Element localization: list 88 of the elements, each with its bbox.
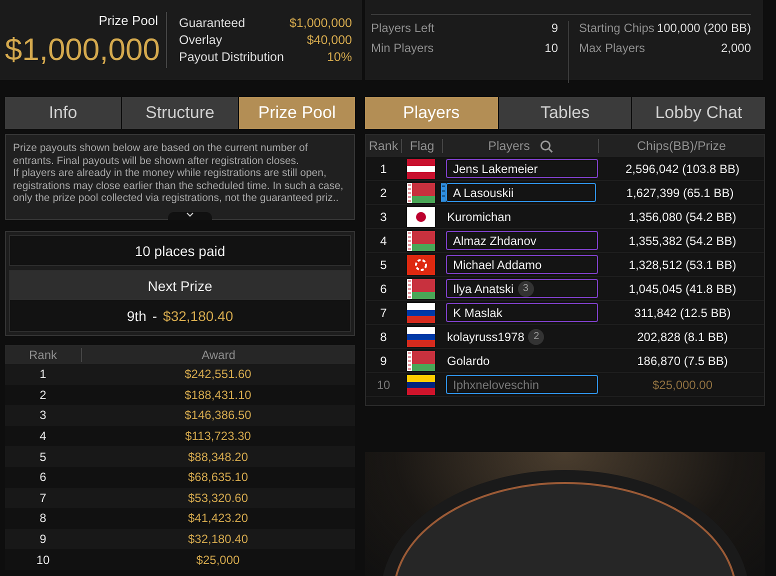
rank-cell-text: 10 [376,378,392,392]
rank-cell-text: 7 [38,490,48,505]
player-name-text: Golardo [447,354,490,368]
detail-value: $1,000,000 [289,16,352,30]
award-cell-text: $188,431.10 [184,388,252,402]
stat-label: Min Players [371,41,434,55]
prize-pool-label: Prize Pool [98,12,158,28]
column-header: Rank [366,139,402,153]
award-cell-text: $113,723.30 [184,429,252,444]
rank-cell-text: 8 [38,511,48,526]
detail-label: Payout Distribution [179,50,284,64]
detail-label: Overlay [179,33,222,47]
tab[interactable]: Tables [498,97,632,129]
stat-value: 2,000 [720,41,751,55]
column-header: Chips(BB)/Prize [636,139,727,153]
rank-cell-text: 9 [38,532,48,546]
column-header: Flag [402,139,443,153]
rank-cell-text: 5 [379,258,388,272]
award-cell-text: $242,551.60 [184,367,252,382]
rank-cell-text: 7 [379,306,388,320]
next-prize-amount: $32,180.40 [163,308,234,324]
detail-label: Guaranteed [179,16,246,30]
award-cell-text: $25,000 [195,552,241,567]
count-badge: 2 [528,328,544,344]
expand-button[interactable] [168,212,212,220]
count-badge: 3 [518,280,534,296]
column-header: Rank [5,348,82,362]
player-name[interactable]: Michael Addamo [446,255,598,274]
rank-cell-text: 4 [38,429,48,444]
player-name[interactable]: Ilya Anatski 3 [446,279,598,298]
award-cell-text: $146,386.50 [184,408,252,422]
rank-cell-text: 2 [38,388,48,402]
chips-cell-text: 186,870 (7.5 BB) [636,354,729,368]
rank-cell-text: 1 [379,162,388,176]
column-header: Players [488,139,530,153]
rank-cell-text: 6 [379,282,388,296]
player-name[interactable]: Iphxneloveschin [446,375,598,394]
chips-cell-text: 1,045,045 (41.8 BB) [628,282,738,296]
prize-cell-text: $25,000.00 [651,378,714,392]
stat-value: 9 [551,21,558,35]
rank-cell-text: 5 [38,450,48,464]
player-name[interactable]: K Maslak [446,303,598,322]
rank-cell-text: 3 [38,408,48,422]
award-cell-text: $41,423.20 [186,511,250,526]
column-header: Award [200,348,236,362]
rank-cell-text: 8 [379,330,388,344]
chips-cell-text: 1,328,512 (53.1 BB) [628,258,738,272]
stat-label: Starting Chips [579,21,654,35]
player-name[interactable]: Jens Lakemeier [446,159,598,178]
places-paid-text: 10 places paid [9,235,351,266]
prize-pool-amount: $1,000,000 [4,32,160,68]
award-cell-text: $53,320.60 [186,490,250,505]
tab[interactable]: Info [5,97,121,129]
info-text: Prize payouts shown below are based on the current number of entrants. Final payouts will be shown after registration closes. [13,142,309,168]
rank-cell-text: 1 [38,367,48,382]
stat-value: 100,000 (200 BB) [656,21,751,35]
player-name[interactable]: Almaz Zhdanov [446,231,598,250]
stat-label: Players Left [371,21,434,35]
award-cell-text: $68,635.10 [186,470,250,484]
next-prize-place: 9th [126,308,146,324]
detail-value: $40,000 [306,33,352,47]
rank-cell-text: 4 [379,234,388,248]
separator-text: - [152,308,158,324]
detail-value: 10% [326,50,352,64]
player-name-text: Kuromichan [447,210,512,224]
chips-cell-text: 1,355,382 (54.2 BB) [628,234,738,248]
rank-cell-text: 3 [379,210,388,224]
chips-cell-text: 1,627,399 (65.1 BB) [625,186,735,200]
stat-value: 10 [544,41,558,55]
chips-cell-text: 202,828 (8.1 BB) [636,330,729,344]
chips-cell-text: 2,596,042 (103.8 BB) [624,162,741,176]
search-icon[interactable] [540,140,553,152]
chips-cell-text: 311,842 (12.5 BB) [633,306,732,320]
rank-cell-text: 2 [379,186,388,200]
info-text: If players are already in the money while registrations are still open, registrations may close earlier than the scheduled time. In such a case, only the prize pool collected via registrations, not the guaranteed priz.. [13,167,344,205]
stat-label: Max Players [579,41,646,55]
award-cell-text: $32,180.40 [186,532,250,546]
player-name-text: kolayruss1978 [447,330,524,344]
chevron-down-icon [186,212,194,217]
rank-cell-text: 10 [35,552,51,567]
rank-cell-text: 6 [38,470,48,484]
tab[interactable]: Lobby Chat [632,97,766,129]
chips-cell-text: 1,356,080 (54.2 BB) [628,210,738,224]
player-name[interactable]: A Lasouskii [446,183,596,202]
rank-cell-text: 9 [379,354,388,368]
tab[interactable]: Structure [122,97,238,129]
next-prize-title: Next Prize [10,271,350,300]
award-cell-text: $88,348.20 [186,450,250,464]
